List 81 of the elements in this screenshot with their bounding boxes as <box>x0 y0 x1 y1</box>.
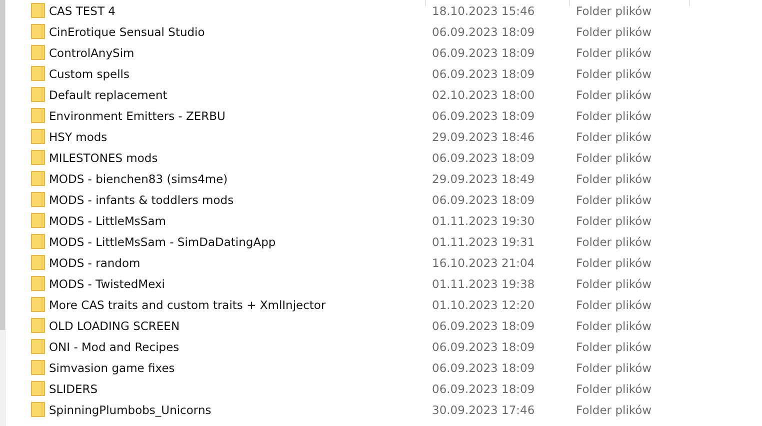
file-type: Folder plików <box>576 234 652 248</box>
modified-date: 16.10.2023 21:04 <box>432 256 536 270</box>
folder-icon <box>31 66 45 81</box>
modified-date: 01.11.2023 19:38 <box>432 276 536 290</box>
folder-icon <box>31 45 45 60</box>
file-type: Folder plików <box>576 214 652 228</box>
file-type: Folder plików <box>576 88 652 102</box>
folder-icon <box>31 234 45 249</box>
modified-date: 29.09.2023 18:46 <box>432 130 536 144</box>
modified-date: 06.09.2023 18:09 <box>432 382 536 396</box>
file-type: Folder plików <box>576 360 652 374</box>
folder-icon <box>31 402 45 417</box>
modified-date: 06.09.2023 18:09 <box>432 318 536 332</box>
folder-icon <box>31 108 45 123</box>
folder-name[interactable]: ControlAnySim <box>49 46 134 60</box>
file-type: Folder plików <box>576 66 652 80</box>
folder-name[interactable]: MODS - infants & toddlers mods <box>49 192 234 206</box>
folder-icon <box>31 171 45 186</box>
file-type: Folder plików <box>576 402 652 416</box>
folder-name[interactable]: OLD LOADING SCREEN <box>49 318 180 332</box>
folder-name[interactable]: SLIDERS <box>49 382 98 396</box>
folder-name[interactable]: MODS - bienchen83 (sims4me) <box>49 172 228 186</box>
folder-name[interactable]: Custom spells <box>49 66 130 80</box>
modified-date: 01.11.2023 19:31 <box>432 234 536 248</box>
folder-icon <box>31 87 45 102</box>
folder-name[interactable]: More CAS traits and custom traits + XmlInjector <box>49 298 326 312</box>
folder-icon <box>31 3 45 18</box>
modified-date: 06.09.2023 18:09 <box>432 66 536 80</box>
folder-icon <box>31 381 45 396</box>
file-type: Folder plików <box>576 46 652 60</box>
modified-date: 01.10.2023 12:20 <box>432 298 536 312</box>
folder-icon <box>31 297 45 312</box>
file-type: Folder plików <box>576 276 652 290</box>
folder-name[interactable]: MODS - LittleMsSam <box>49 214 166 228</box>
folder-icon <box>31 339 45 354</box>
modified-date: 18.10.2023 15:46 <box>432 4 536 18</box>
file-type: Folder plików <box>576 298 652 312</box>
file-type: Folder plików <box>576 130 652 144</box>
folder-name[interactable]: Environment Emitters - ZERBU <box>49 108 226 122</box>
file-type: Folder plików <box>576 4 652 18</box>
scrollbar-thumb[interactable] <box>0 0 5 330</box>
file-type: Folder plików <box>576 192 652 206</box>
folder-icon <box>31 276 45 291</box>
folder-name[interactable]: MODS - random <box>49 256 140 270</box>
folder-icon <box>31 192 45 207</box>
modified-date: 29.09.2023 18:49 <box>432 172 536 186</box>
file-type: Folder plików <box>576 382 652 396</box>
modified-date: 06.09.2023 18:09 <box>432 340 536 354</box>
file-type: Folder plików <box>576 340 652 354</box>
file-type: Folder plików <box>576 150 652 164</box>
folder-icon <box>31 24 45 39</box>
modified-date: 06.09.2023 18:09 <box>432 108 536 122</box>
modified-date: 06.09.2023 18:09 <box>432 24 536 38</box>
folder-name[interactable]: SpinningPlumbobs_Unicorns <box>49 402 212 416</box>
folder-icon <box>31 255 45 270</box>
folder-name[interactable]: CAS TEST 4 <box>49 4 116 18</box>
modified-date: 06.09.2023 18:09 <box>432 46 536 60</box>
folder-icon <box>31 318 45 333</box>
file-type: Folder plików <box>576 108 652 122</box>
folder-name[interactable]: Default replacement <box>49 88 168 102</box>
modified-date: 30.09.2023 17:46 <box>432 402 536 416</box>
modified-date: 06.09.2023 18:09 <box>432 360 536 374</box>
folder-name[interactable]: CinErotique Sensual Studio <box>49 24 205 38</box>
folder-name[interactable]: HSY mods <box>49 130 108 144</box>
folder-name[interactable]: ONI - Mod and Recipes <box>49 340 180 354</box>
folder-name[interactable]: MILESTONES mods <box>49 150 158 164</box>
folder-icon <box>31 213 45 228</box>
folder-icon <box>31 150 45 165</box>
file-type: Folder plików <box>576 24 652 38</box>
modified-date: 06.09.2023 18:09 <box>432 150 536 164</box>
modified-date: 02.10.2023 18:00 <box>432 88 536 102</box>
file-type: Folder plików <box>576 172 652 186</box>
folder-icon <box>31 360 45 375</box>
folder-name[interactable]: Simvasion game fixes <box>49 360 175 374</box>
modified-date: 01.11.2023 19:30 <box>432 214 536 228</box>
file-type: Folder plików <box>576 318 652 332</box>
file-type: Folder plików <box>576 256 652 270</box>
folder-icon <box>31 129 45 144</box>
folder-name[interactable]: MODS - TwistedMexi <box>49 276 165 290</box>
modified-date: 06.09.2023 18:09 <box>432 192 536 206</box>
folder-name[interactable]: MODS - LittleMsSam - SimDaDatingApp <box>49 234 276 248</box>
